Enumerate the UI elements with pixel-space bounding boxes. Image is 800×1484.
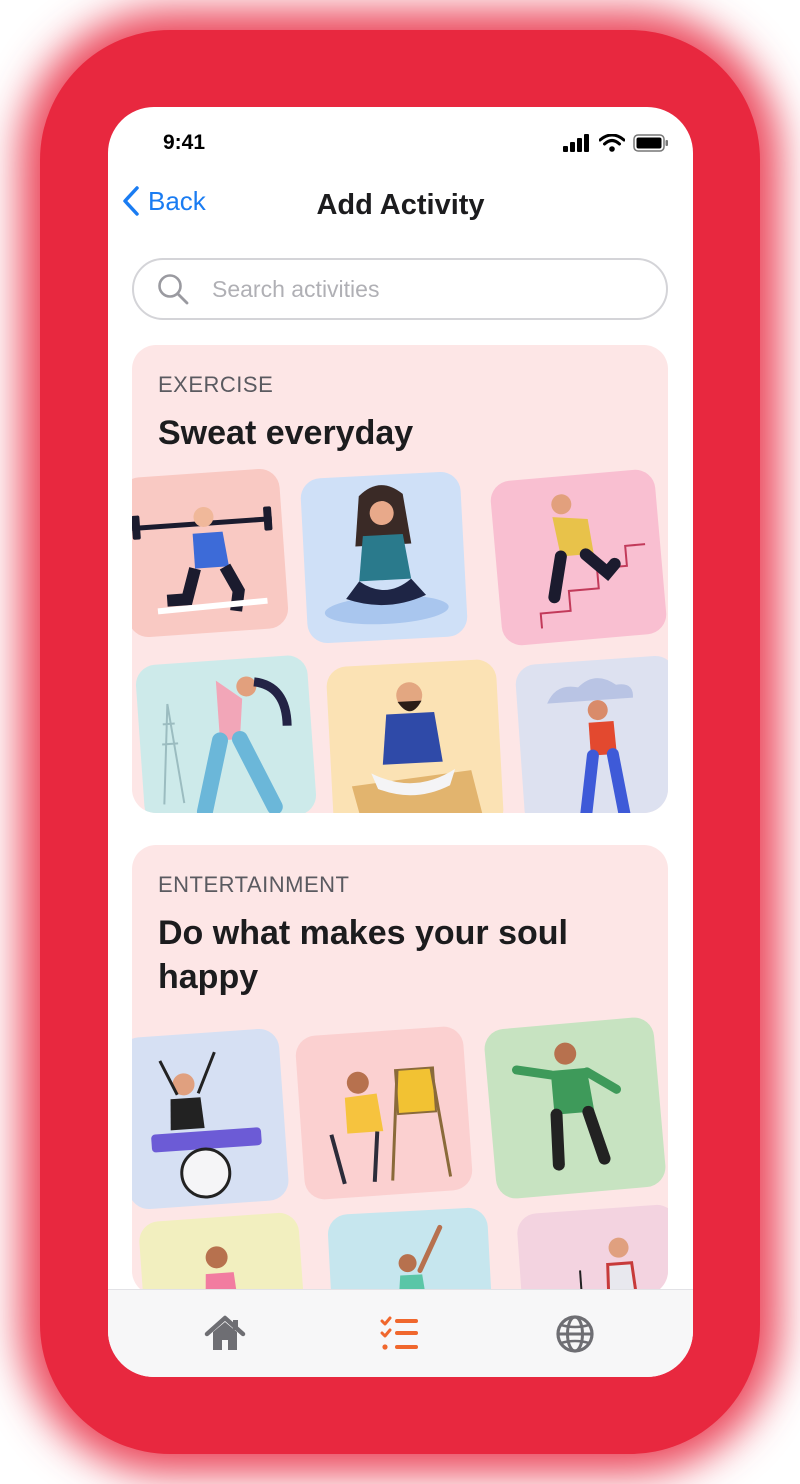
search-icon (158, 274, 189, 305)
tab-activities[interactable] (378, 1312, 422, 1356)
activity-tile-yoga[interactable] (299, 470, 469, 645)
tab-bar (108, 1289, 693, 1377)
checklist-icon (380, 1316, 418, 1350)
page-title: Add Activity (316, 189, 485, 221)
activity-tile-singing[interactable] (138, 1211, 306, 1295)
activity-tile-performing[interactable] (516, 1203, 668, 1295)
search-input[interactable] (212, 275, 632, 303)
activity-tile-walking[interactable] (514, 654, 668, 813)
phone-screen: 9:41 Back Add Activity Search activities… (108, 107, 693, 1377)
category-card-entertainment[interactable]: ENTERTAINMENT Do what makes your soul ha… (132, 845, 668, 1295)
search-bar[interactable] (132, 258, 668, 320)
activity-tile-meditation[interactable] (325, 658, 505, 813)
activity-tile-stretching[interactable] (134, 654, 318, 813)
activity-tile-stair-climbing[interactable] (489, 468, 668, 647)
signal-icon (563, 134, 589, 152)
category-eyebrow: ENTERTAINMENT (158, 872, 350, 897)
activity-tile-painting[interactable] (294, 1025, 474, 1201)
status-time: 9:41 (163, 131, 206, 154)
tab-explore[interactable] (553, 1312, 597, 1356)
category-eyebrow: EXERCISE (158, 372, 274, 397)
category-headline: Sweat everyday (158, 414, 414, 452)
wifi-icon (599, 134, 625, 152)
globe-icon (556, 1315, 594, 1353)
activity-tile-weightlifting[interactable] (132, 467, 290, 639)
activity-tile-dancing[interactable] (482, 1015, 668, 1201)
home-icon (204, 1315, 246, 1350)
tab-home[interactable] (203, 1312, 247, 1356)
activity-tile-ballet[interactable] (326, 1206, 494, 1295)
category-headline: Do what makes your soul happy (158, 914, 568, 996)
status-bar: 9:41 (108, 107, 693, 177)
category-card-exercise[interactable]: EXERCISE Sweat everyday (132, 345, 668, 813)
activity-tile-drumming[interactable] (132, 1027, 290, 1211)
battery-icon (633, 134, 668, 152)
status-icons (563, 134, 669, 152)
navigation-bar: Back Add Activity (108, 179, 693, 231)
